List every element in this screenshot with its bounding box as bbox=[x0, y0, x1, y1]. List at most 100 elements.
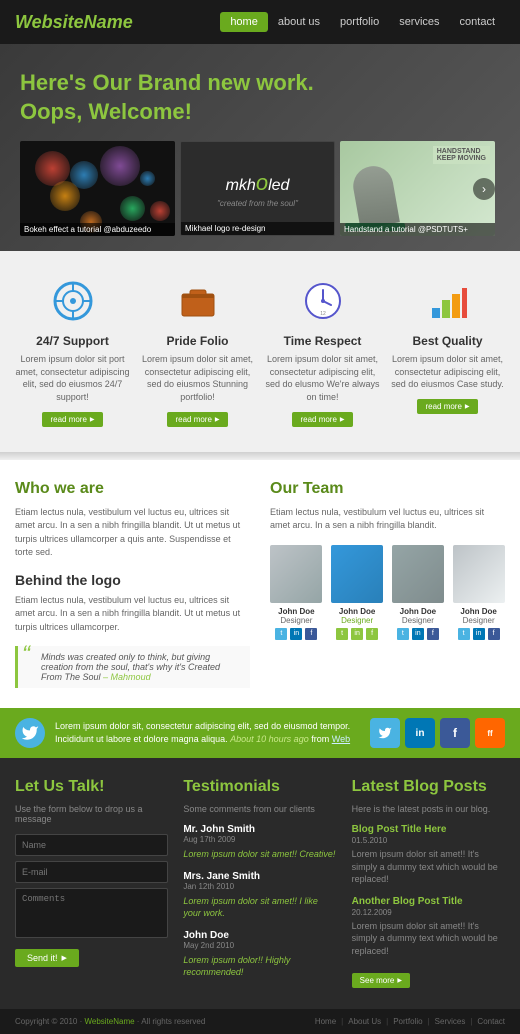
feature-support-title: 24/7 Support bbox=[15, 334, 130, 348]
team-social-3: t in f bbox=[392, 628, 445, 640]
see-more-button[interactable]: See more bbox=[352, 973, 410, 988]
twitter-icon-4[interactable]: t bbox=[458, 628, 470, 640]
team-title: Our Team bbox=[270, 480, 505, 498]
quote-block: “ Minds was created only to think, but g… bbox=[15, 646, 250, 688]
blog-title: Latest Blog Posts bbox=[352, 778, 505, 796]
footer-link-home[interactable]: Home bbox=[315, 1017, 336, 1026]
feature-quality-readmore[interactable]: read more bbox=[417, 399, 477, 414]
footer-logo-link[interactable]: WebsiteName bbox=[84, 1017, 134, 1026]
team-social-1: t in f bbox=[270, 628, 323, 640]
divider bbox=[0, 452, 520, 460]
about-right: Our Team Etiam lectus nula, vestibulum v… bbox=[270, 480, 505, 689]
slide-1: Bokeh effect a tutorial @abduzeedo bbox=[20, 141, 175, 236]
header: WebsiteName home about us portfolio serv… bbox=[0, 0, 520, 44]
social-friendfeed-btn[interactable]: ff bbox=[475, 718, 505, 748]
blog-post-1-title[interactable]: Blog Post Title Here bbox=[352, 824, 505, 835]
linkedin-icon-1[interactable]: in bbox=[290, 628, 302, 640]
feature-quality: Best Quality Lorem ipsum dolor sit amet,… bbox=[390, 276, 505, 426]
nav: home about us portfolio services contact bbox=[220, 12, 505, 32]
slide-2-tagline: "created from the soul" bbox=[217, 199, 298, 208]
team-member-1: John Doe Designer t in f bbox=[270, 545, 323, 640]
team-member-2: John Doe Designer t in f bbox=[331, 545, 384, 640]
feature-support-readmore[interactable]: read more bbox=[42, 412, 102, 427]
email-input[interactable] bbox=[15, 861, 168, 883]
testimonial-1-name: Mr. John Smith bbox=[183, 824, 336, 835]
testimonial-2-text: Lorem ipsum dolor sit amet!! I like your… bbox=[183, 895, 336, 920]
twitter-icon-3[interactable]: t bbox=[397, 628, 409, 640]
tweet-content: Lorem ipsum dolor sit, consectetur adipi… bbox=[55, 720, 360, 745]
feature-portfolio-text: Lorem ipsum dolor sit amet, consectetur … bbox=[140, 353, 255, 403]
team-social-2: t in f bbox=[331, 628, 384, 640]
nav-about[interactable]: about us bbox=[268, 12, 330, 32]
quote-text: Minds was created only to think, but giv… bbox=[26, 652, 242, 682]
comments-input[interactable] bbox=[15, 888, 168, 938]
linkedin-icon-2[interactable]: in bbox=[351, 628, 363, 640]
social-twitter-btn[interactable] bbox=[370, 718, 400, 748]
social-linkedin-btn[interactable]: in bbox=[405, 718, 435, 748]
feature-time: 12 Time Respect Lorem ipsum dolor sit am… bbox=[265, 276, 380, 426]
hero-headline: Here's Our Brand new work. Oops, Welcome… bbox=[20, 69, 500, 126]
slide-3-caption: Handstand a tutorial @PSDTUTS+ bbox=[340, 223, 495, 236]
team-member-4: John Doe Designer t in f bbox=[452, 545, 505, 640]
nav-contact[interactable]: contact bbox=[450, 12, 505, 32]
social-facebook-btn[interactable]: f bbox=[440, 718, 470, 748]
footer-link-services[interactable]: Services bbox=[435, 1017, 466, 1026]
about-section: Who we are Etiam lectus nula, vestibulum… bbox=[0, 460, 520, 709]
contact-col: Let Us Talk! Use the form below to drop … bbox=[15, 778, 168, 989]
team-name-1: John Doe bbox=[270, 607, 323, 616]
quality-icon bbox=[423, 276, 473, 326]
team-social-4: t in f bbox=[452, 628, 505, 640]
team-photo-1 bbox=[270, 545, 322, 603]
nav-services[interactable]: services bbox=[389, 12, 449, 32]
slider-next-button[interactable]: › bbox=[473, 178, 495, 200]
blog-post-1-date: 01.5.2010 bbox=[352, 836, 505, 845]
facebook-icon-1[interactable]: f bbox=[305, 628, 317, 640]
testimonial-1: Mr. John Smith Aug 17th 2009 Lorem ipsum… bbox=[183, 824, 336, 861]
blog-post-1: Blog Post Title Here 01.5.2010 Lorem ips… bbox=[352, 824, 505, 886]
support-icon bbox=[48, 276, 98, 326]
feature-portfolio-readmore[interactable]: read more bbox=[167, 412, 227, 427]
nav-portfolio[interactable]: portfolio bbox=[330, 12, 389, 32]
footer-link-contact[interactable]: Contact bbox=[477, 1017, 505, 1026]
feature-time-readmore[interactable]: read more bbox=[292, 412, 352, 427]
facebook-icon-3[interactable]: f bbox=[427, 628, 439, 640]
linkedin-icon-3[interactable]: in bbox=[412, 628, 424, 640]
twitter-bird-icon bbox=[15, 718, 45, 748]
testimonial-2-date: Jan 12th 2010 bbox=[183, 882, 336, 891]
testimonial-3-name: John Doe bbox=[183, 930, 336, 941]
team-photo-2 bbox=[331, 545, 383, 603]
team-members: John Doe Designer t in f John Doe Design… bbox=[270, 545, 505, 640]
linkedin-icon-4[interactable]: in bbox=[473, 628, 485, 640]
team-text: Etiam lectus nula, vestibulum vel luctus… bbox=[270, 506, 505, 533]
portfolio-icon bbox=[173, 276, 223, 326]
contact-title: Let Us Talk! bbox=[15, 778, 168, 796]
team-role-3: Designer bbox=[392, 616, 445, 625]
team-role-1: Designer bbox=[270, 616, 323, 625]
slide-1-caption: Bokeh effect a tutorial @abduzeedo bbox=[20, 223, 175, 236]
who-title: Who we are bbox=[15, 480, 250, 498]
twitter-icon-2[interactable]: t bbox=[336, 628, 348, 640]
footer-link-portfolio[interactable]: Portfolio bbox=[393, 1017, 422, 1026]
twitter-icon-1[interactable]: t bbox=[275, 628, 287, 640]
feature-portfolio-title: Pride Folio bbox=[140, 334, 255, 348]
behind-text: Etiam lectus nula, vestibulum vel luctus… bbox=[15, 594, 250, 635]
name-input[interactable] bbox=[15, 834, 168, 856]
team-photo-3 bbox=[392, 545, 444, 603]
contact-subtitle: Use the form below to drop us a message bbox=[15, 804, 168, 824]
footer-link-about[interactable]: About Us bbox=[348, 1017, 381, 1026]
feature-time-text: Lorem ipsum dolor sit amet, consectetur … bbox=[265, 353, 380, 403]
facebook-icon-4[interactable]: f bbox=[488, 628, 500, 640]
testimonial-2: Mrs. Jane Smith Jan 12th 2010 Lorem ipsu… bbox=[183, 871, 336, 920]
blog-col: Latest Blog Posts Here is the latest pos… bbox=[352, 778, 505, 989]
nav-home[interactable]: home bbox=[220, 12, 268, 32]
blog-post-1-text: Lorem ipsum dolor sit amet!! It's simply… bbox=[352, 848, 505, 886]
blog-post-2-title[interactable]: Another Blog Post Title bbox=[352, 896, 505, 907]
features-section: 24/7 Support Lorem ipsum dolor sit port … bbox=[0, 251, 520, 451]
send-button[interactable]: Send it! bbox=[15, 949, 79, 967]
feature-portfolio: Pride Folio Lorem ipsum dolor sit amet, … bbox=[140, 276, 255, 426]
footer-copyright: Copyright © 2010 · WebsiteName · All rig… bbox=[15, 1017, 205, 1026]
facebook-icon-2[interactable]: f bbox=[366, 628, 378, 640]
feature-support-text: Lorem ipsum dolor sit port amet, consect… bbox=[15, 353, 130, 403]
tweet-link[interactable]: Web bbox=[332, 734, 350, 744]
feature-support: 24/7 Support Lorem ipsum dolor sit port … bbox=[15, 276, 130, 426]
